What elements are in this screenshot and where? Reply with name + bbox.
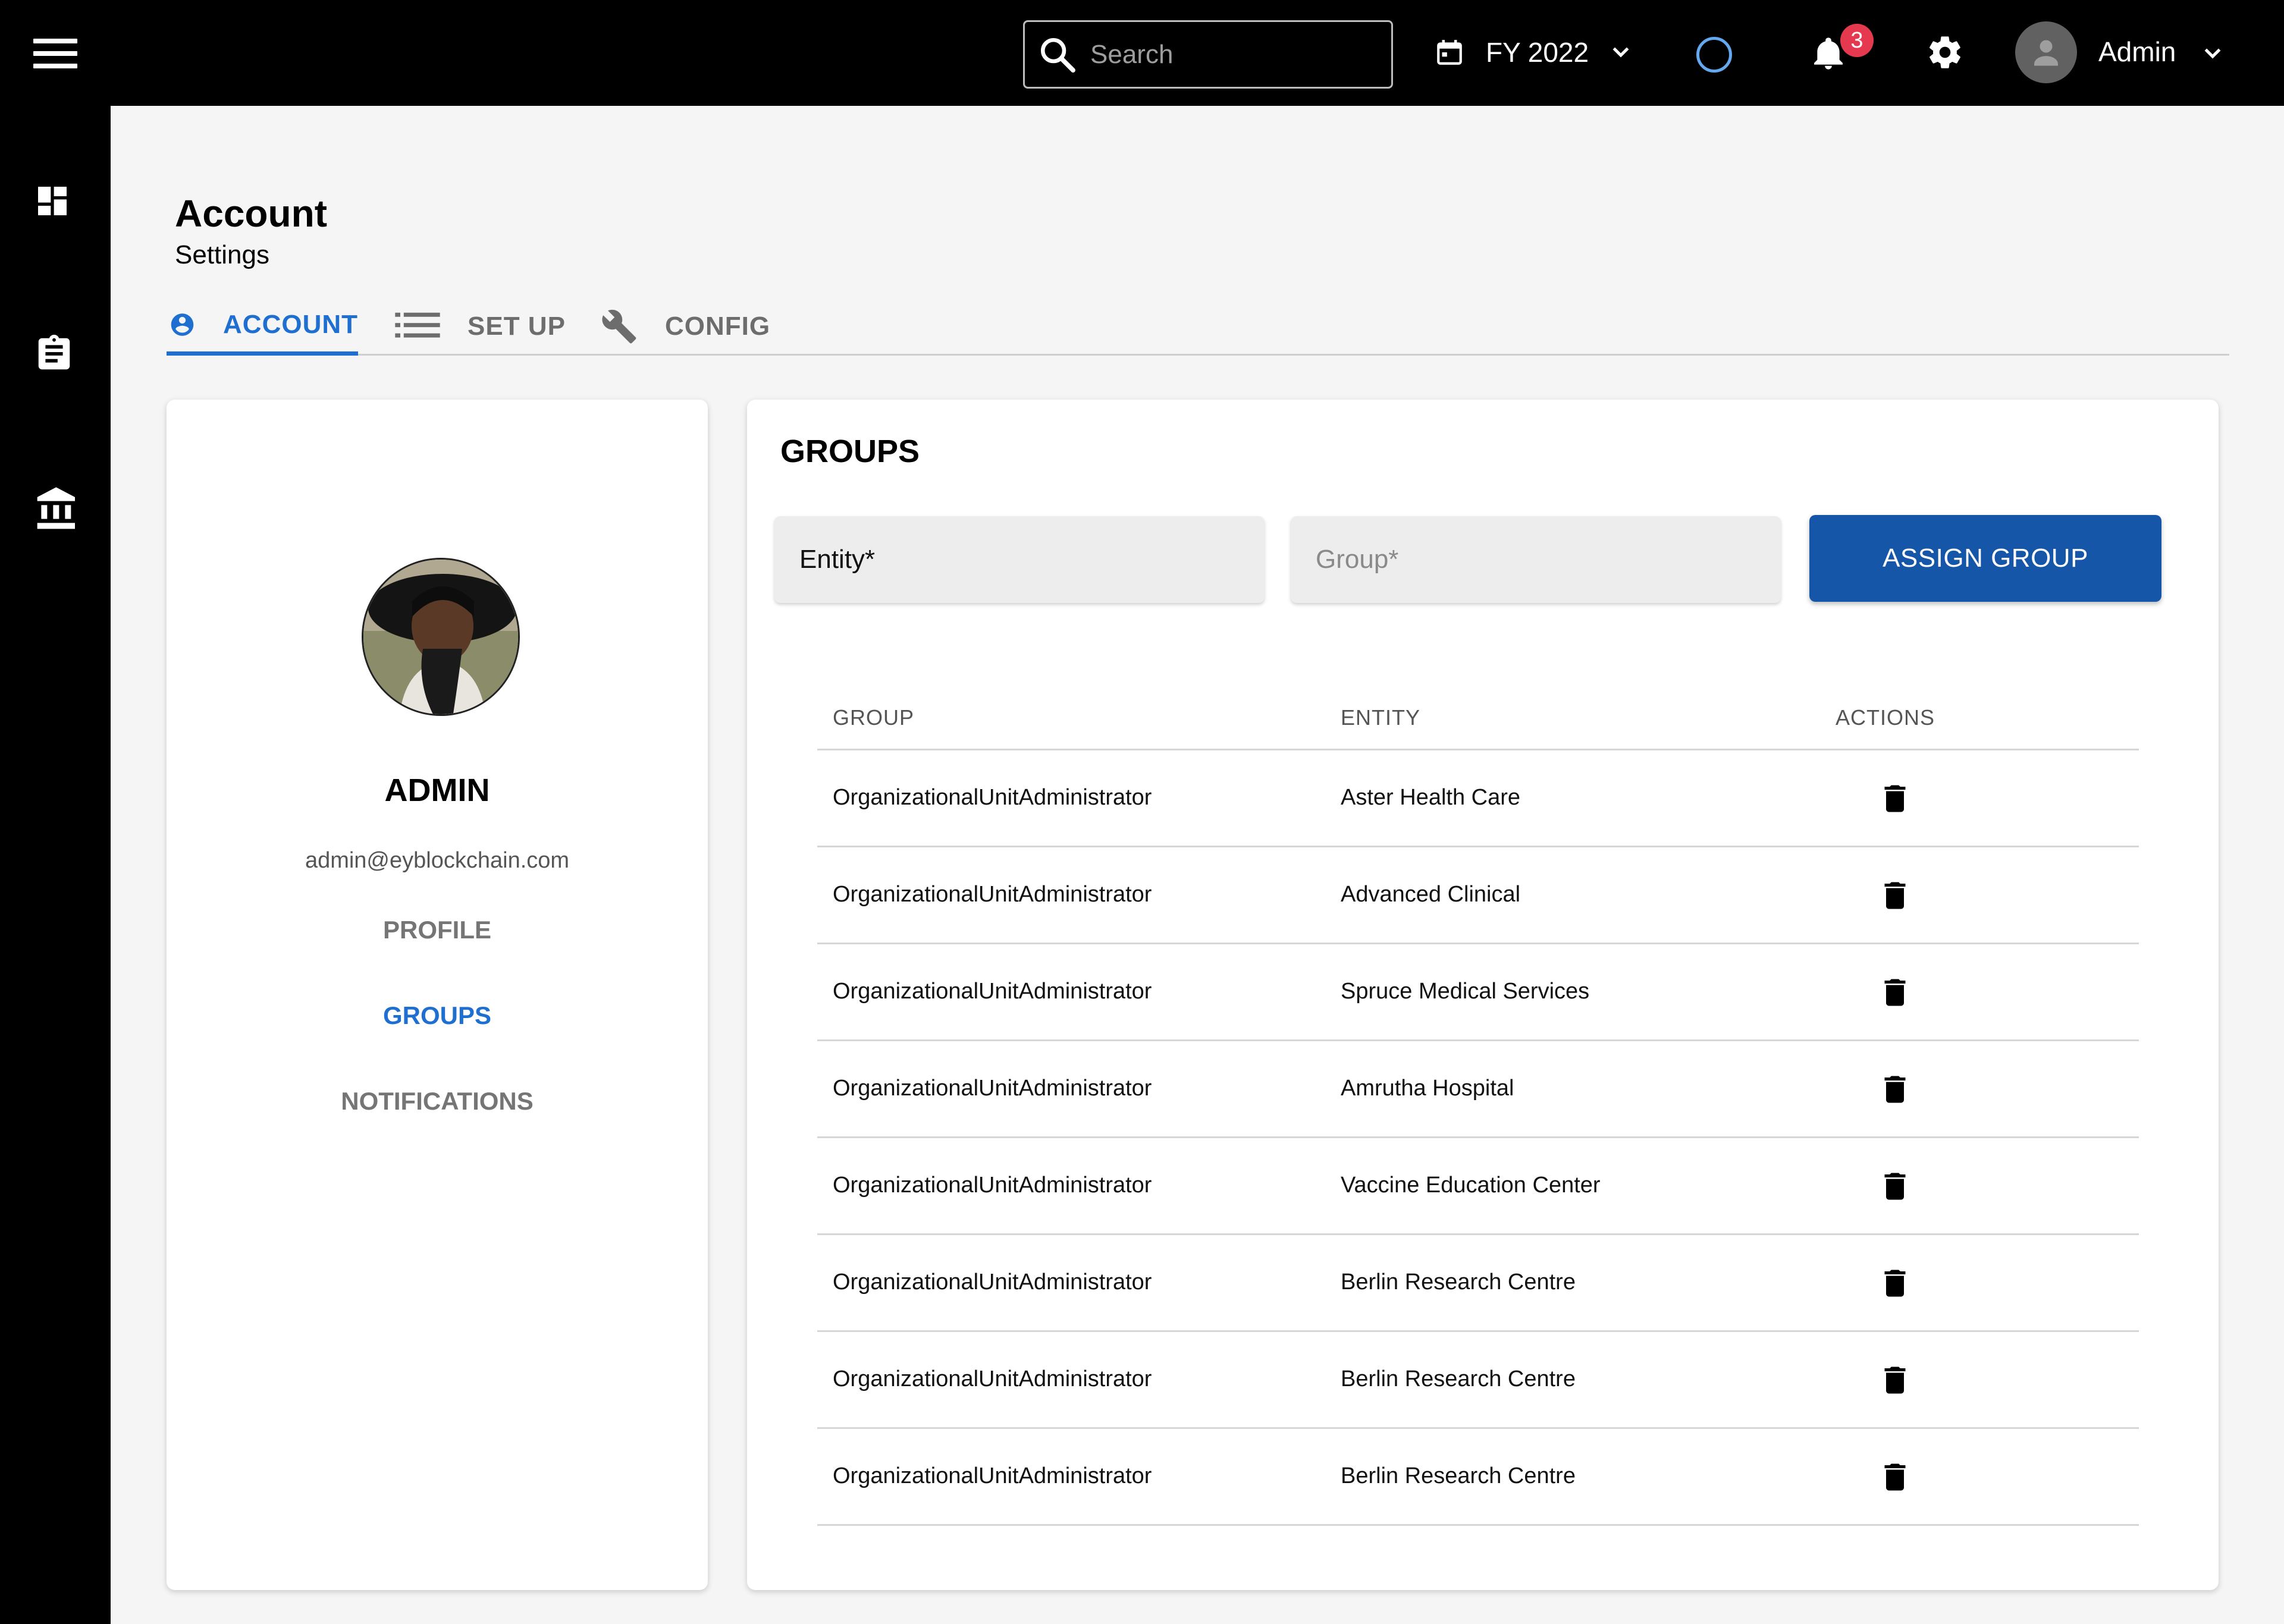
profile-name: ADMIN [384, 772, 490, 808]
row-group: OrganizationalUnitAdministrator [833, 1076, 1152, 1101]
menu-icon[interactable] [33, 39, 77, 68]
groups-link[interactable]: GROUPS [167, 1001, 708, 1030]
page-title: Account [175, 192, 327, 235]
table-row: OrganizationalUnitAdministrator Berlin R… [817, 1235, 2139, 1332]
delete-icon[interactable] [1877, 875, 1913, 916]
delete-icon[interactable] [1877, 1166, 1913, 1207]
delete-icon[interactable] [1877, 972, 1913, 1013]
column-header-entity: ENTITY [1341, 705, 1421, 730]
column-header-group: GROUP [833, 705, 915, 730]
row-group: OrganizationalUnitAdministrator [833, 1367, 1152, 1391]
fiscal-year-selector[interactable]: FY 2022 [1435, 33, 1633, 71]
user-name[interactable]: Admin [2098, 36, 2176, 68]
groups-card: GROUPS Entity* Group* ASSIGN GROUP GROUP… [747, 400, 2219, 1590]
account-circle-icon [171, 313, 194, 336]
user-avatar[interactable] [2015, 21, 2077, 83]
row-entity: Berlin Research Centre [1341, 1270, 1576, 1295]
tab-account-label: ACCOUNT [223, 309, 358, 339]
row-entity: Berlin Research Centre [1341, 1463, 1576, 1488]
fiscal-year-label: FY 2022 [1486, 37, 1589, 68]
entity-select-label: Entity* [799, 545, 876, 574]
navigation-rail [0, 106, 111, 1624]
tab-config[interactable]: CONFIG [601, 297, 770, 356]
profile-avatar [362, 558, 520, 716]
chevron-down-icon [1612, 47, 1629, 58]
row-entity: Vaccine Education Center [1341, 1173, 1601, 1198]
group-select[interactable]: Group* [1291, 516, 1781, 603]
profile-card: ADMIN admin@eyblockchain.com PROFILE GRO… [167, 400, 708, 1590]
chevron-down-icon[interactable] [2201, 42, 2225, 65]
assign-group-button[interactable]: ASSIGN GROUP [1809, 515, 2161, 602]
row-entity: Amrutha Hospital [1341, 1076, 1514, 1101]
wrench-icon [602, 309, 636, 344]
entity-select[interactable]: Entity* [774, 516, 1265, 603]
tab-bar: ACCOUNT SET UP CONFIG [167, 297, 2229, 356]
profile-link[interactable]: PROFILE [167, 916, 708, 944]
profile-email: admin@eyblockchain.com [305, 848, 570, 873]
settings-gear-icon[interactable] [1926, 33, 1964, 71]
notifications-link[interactable]: NOTIFICATIONS [167, 1087, 708, 1116]
row-group: OrganizationalUnitAdministrator [833, 1173, 1152, 1198]
status-ring-icon[interactable] [1696, 37, 1732, 73]
row-group: OrganizationalUnitAdministrator [833, 979, 1152, 1004]
tab-config-label: CONFIG [665, 312, 771, 341]
search-icon [1040, 37, 1075, 73]
table-row: OrganizationalUnitAdministrator Berlin R… [817, 1332, 2139, 1429]
dashboard-icon[interactable] [33, 182, 71, 220]
delete-icon[interactable] [1877, 1456, 1913, 1498]
row-entity: Berlin Research Centre [1341, 1367, 1576, 1391]
page-subtitle: Settings [175, 240, 269, 269]
row-entity: Spruce Medical Services [1341, 979, 1590, 1004]
list-icon [395, 312, 440, 338]
groups-title: GROUPS [780, 434, 920, 469]
tab-setup-label: SET UP [468, 312, 566, 341]
clipboard-icon[interactable] [33, 331, 75, 377]
person-icon [2034, 40, 2058, 66]
groups-table: GROUP ENTITY ACTIONS OrganizationalUnitA… [817, 685, 2139, 1526]
row-group: OrganizationalUnitAdministrator [833, 1463, 1152, 1488]
table-header: GROUP ENTITY ACTIONS [817, 685, 2139, 750]
calendar-icon [1437, 40, 1462, 65]
table-row: OrganizationalUnitAdministrator Aster He… [817, 750, 2139, 847]
row-group: OrganizationalUnitAdministrator [833, 785, 1152, 810]
column-header-actions: ACTIONS [1836, 705, 1935, 730]
search-input[interactable] [1090, 39, 1364, 70]
tab-account[interactable]: ACCOUNT [167, 297, 358, 356]
row-entity: Advanced Clinical [1341, 882, 1521, 907]
profile-photo [363, 560, 518, 714]
row-group: OrganizationalUnitAdministrator [833, 882, 1152, 907]
search-field[interactable] [1023, 20, 1393, 89]
table-row: OrganizationalUnitAdministrator Amrutha … [817, 1041, 2139, 1138]
table-row: OrganizationalUnitAdministrator Berlin R… [817, 1429, 2139, 1526]
delete-icon[interactable] [1877, 778, 1913, 819]
table-row: OrganizationalUnitAdministrator Spruce M… [817, 944, 2139, 1041]
delete-icon[interactable] [1877, 1359, 1913, 1401]
top-app-bar: FY 2022 3 Admin [0, 0, 2284, 106]
group-select-placeholder: Group* [1316, 545, 1399, 574]
delete-icon[interactable] [1877, 1262, 1913, 1304]
institution-icon[interactable] [33, 485, 81, 533]
table-row: OrganizationalUnitAdministrator Advanced… [817, 847, 2139, 944]
row-group: OrganizationalUnitAdministrator [833, 1270, 1152, 1295]
delete-icon[interactable] [1877, 1069, 1913, 1110]
table-row: OrganizationalUnitAdministrator Vaccine … [817, 1138, 2139, 1235]
tab-setup[interactable]: SET UP [395, 297, 566, 356]
notification-count-badge: 3 [1840, 24, 1874, 57]
row-entity: Aster Health Care [1341, 785, 1521, 810]
